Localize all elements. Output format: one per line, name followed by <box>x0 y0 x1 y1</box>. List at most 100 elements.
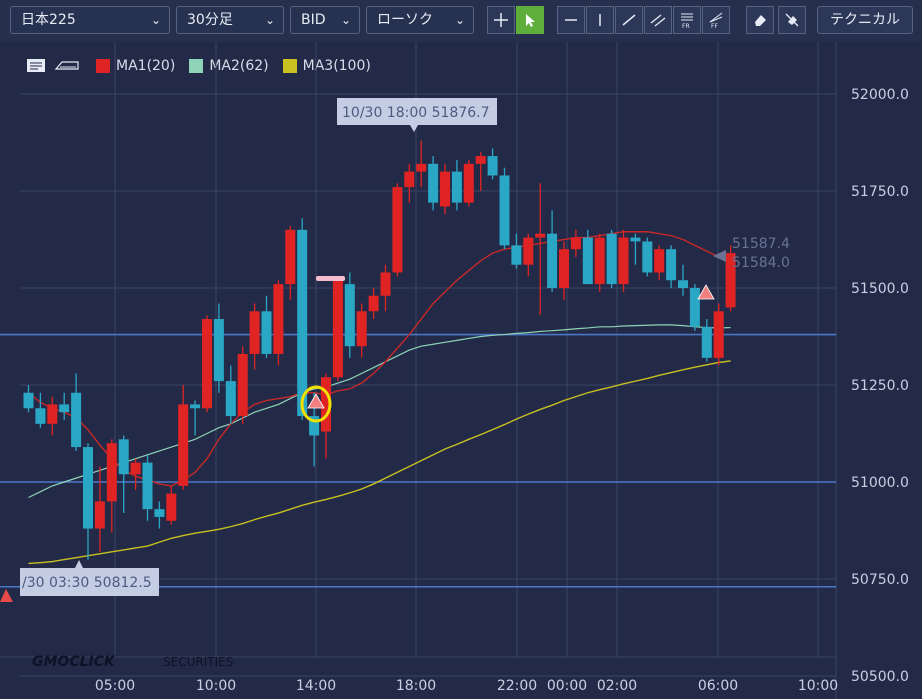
candle-body <box>713 311 724 358</box>
candle-body <box>154 509 165 517</box>
candle <box>380 264 391 312</box>
candle-body <box>94 501 105 529</box>
timeframe-select[interactable]: 30分足 ⌄ <box>176 6 284 34</box>
candle <box>535 183 546 316</box>
candle <box>190 400 201 436</box>
crosshair-button[interactable] <box>487 6 515 34</box>
vertical-line-icon <box>599 14 601 26</box>
fibonacci-retracement-button[interactable]: FR <box>673 6 701 34</box>
candle-body <box>618 237 629 285</box>
candle-body <box>106 443 117 502</box>
candle <box>594 233 605 292</box>
chart-style-select-label: ローソク <box>377 12 433 28</box>
trend-line-icon <box>622 14 636 26</box>
candle <box>440 163 450 215</box>
price-type-select[interactable]: BID ⌄ <box>290 6 360 34</box>
candle-body <box>689 288 700 327</box>
candle <box>332 276 343 382</box>
channel-button[interactable] <box>644 6 672 34</box>
candle-body <box>332 280 343 378</box>
candle <box>654 245 665 281</box>
candle <box>35 392 46 428</box>
candle-body <box>594 237 605 285</box>
trend-line-button[interactable] <box>615 6 643 34</box>
technical-button[interactable]: テクニカル <box>817 6 913 34</box>
fibonacci-fan-icon: FF <box>709 12 723 29</box>
candle-body <box>380 272 391 296</box>
candle-body <box>237 353 248 417</box>
x-tick-label: 02:00 <box>597 678 637 694</box>
candle-body <box>701 326 712 358</box>
candle-body <box>130 462 141 475</box>
high-annotation-text: 10/30 18:00 51876.7 <box>342 105 490 121</box>
candle-body <box>511 245 522 265</box>
chevron-down-icon: ⌄ <box>264 13 275 27</box>
fibonacci-retracement-icon: FR <box>681 13 693 29</box>
candles <box>23 140 736 560</box>
candle-body <box>344 284 355 347</box>
candle <box>416 140 427 188</box>
candle-body <box>178 404 189 486</box>
candle-body <box>273 284 284 354</box>
candle <box>154 501 165 529</box>
candle-body <box>356 311 367 347</box>
candle-body <box>416 163 427 172</box>
candle-body <box>404 171 415 188</box>
candle <box>202 315 212 413</box>
candle <box>285 225 296 300</box>
candle <box>83 443 93 560</box>
candle-body <box>368 295 379 312</box>
vertical-line-button[interactable] <box>586 6 614 34</box>
signal-marker <box>0 589 13 602</box>
y-tick-label: 52000.0 <box>851 87 909 103</box>
horizontal-line-icon <box>565 19 577 21</box>
symbol-select[interactable]: 日本225 ⌄ <box>10 6 170 34</box>
candle <box>261 295 272 358</box>
grid <box>0 42 837 699</box>
y-tick-label: 50750.0 <box>851 572 909 588</box>
candle <box>178 385 189 490</box>
candle <box>213 303 224 393</box>
candle <box>713 303 724 366</box>
candle <box>59 392 70 420</box>
low-annotation-text: /30 03:30 50812.5 <box>22 575 152 591</box>
horizontal-line-button[interactable] <box>557 6 585 34</box>
x-tick-label: 05:00 <box>95 678 135 694</box>
candle-body <box>213 319 224 382</box>
chevron-down-icon: ⌄ <box>150 13 161 27</box>
candle-body <box>190 404 201 409</box>
candle <box>499 167 510 250</box>
price-chart[interactable]: 52000.0 51750.0 51500.0 51250.0 51000.0 50750… <box>0 42 922 699</box>
cursor-icon <box>526 14 535 27</box>
watermark-brand: GMOCLICK <box>32 654 116 670</box>
candle-body <box>285 229 296 285</box>
candle <box>606 229 617 288</box>
candle-body <box>225 381 236 417</box>
candle-body <box>559 249 569 288</box>
candle <box>142 454 153 521</box>
fibonacci-fan-button[interactable]: FF <box>702 6 730 34</box>
watermark-suffix: SECURITIES <box>163 655 233 669</box>
ma3-path <box>28 360 731 565</box>
low-annotation: /30 03:30 50812.5 <box>20 560 159 596</box>
candle <box>630 233 641 265</box>
crosshair-icon <box>494 13 508 27</box>
candle-body <box>606 233 617 285</box>
last-price-1: 51587.4 <box>732 236 790 252</box>
candle-body <box>523 237 534 265</box>
x-axis: 05:00 10:00 14:00 18:00 22:00 00:00 02:00 06:00… <box>95 678 838 694</box>
candle-body <box>249 311 260 354</box>
y-tick-label: 51500.0 <box>851 281 909 297</box>
candle <box>511 233 522 269</box>
candle-body <box>535 233 546 238</box>
candle-body <box>47 404 58 424</box>
svg-text:FF: FF <box>711 23 718 29</box>
chart-style-select[interactable]: ローソク ⌄ <box>366 6 474 34</box>
eraser-button[interactable] <box>746 6 774 34</box>
candle-body <box>118 439 129 475</box>
candle <box>463 159 474 207</box>
erase-all-button[interactable] <box>778 6 806 34</box>
candle <box>404 163 415 203</box>
y-axis: 52000.0 51750.0 51500.0 51250.0 51000.0 50750… <box>851 87 909 685</box>
cursor-button[interactable] <box>516 6 544 34</box>
